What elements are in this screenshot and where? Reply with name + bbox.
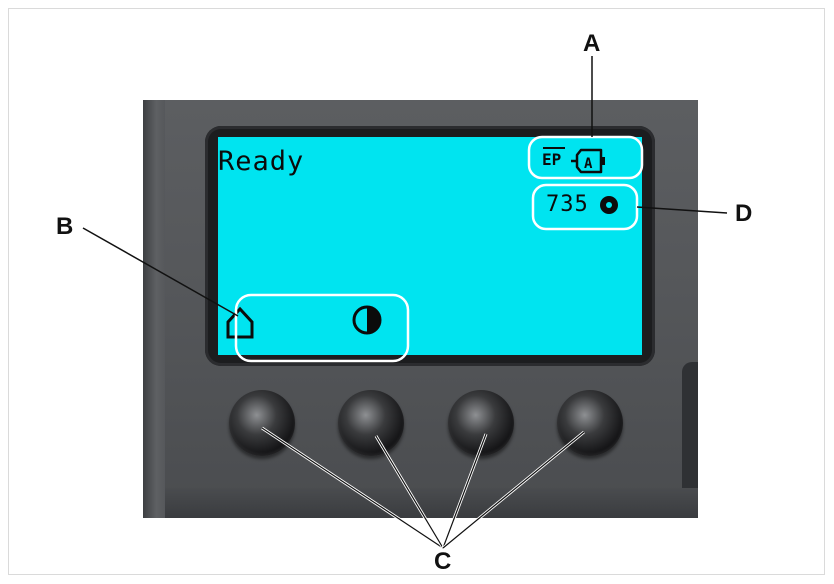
callout-label-a: A: [583, 30, 601, 57]
leader-line-c1-core: [261, 427, 444, 549]
callout-box-a: [527, 135, 644, 180]
callout-label-c: C: [434, 548, 452, 575]
leader-line-b: [82, 227, 239, 317]
callout-box-d: [531, 183, 639, 231]
callout-label-d: D: [735, 200, 753, 227]
callout-label-b: B: [56, 213, 74, 240]
leader-line-d: [636, 206, 728, 214]
callout-box-b: [234, 293, 410, 363]
callout-overlay: [82, 56, 728, 550]
leader-line-c2-core: [375, 435, 444, 549]
